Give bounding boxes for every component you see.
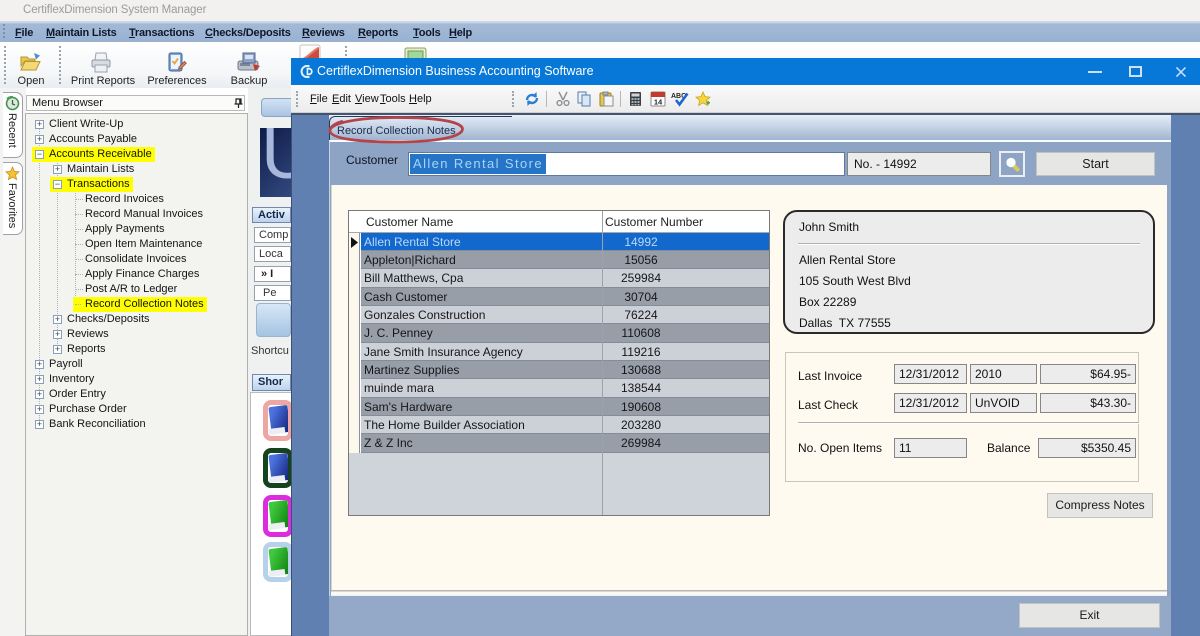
svg-text:14: 14 [654, 98, 663, 107]
